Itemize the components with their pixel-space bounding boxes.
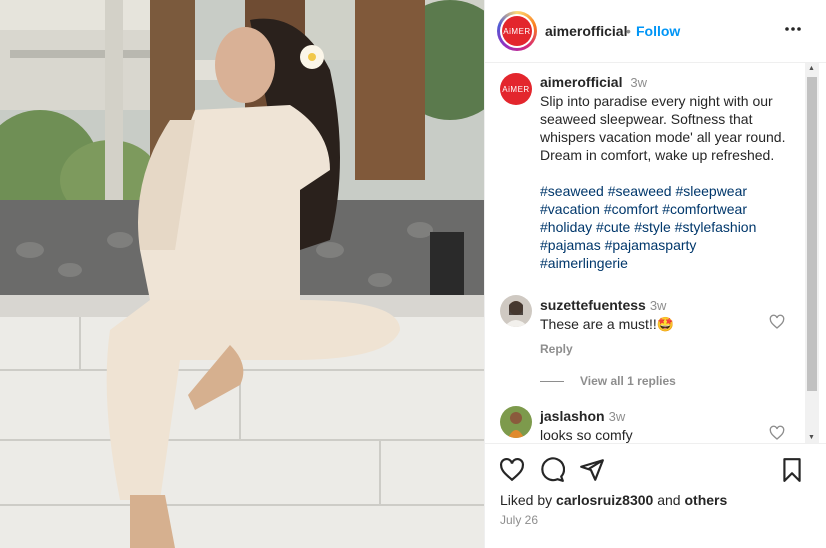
divider <box>540 381 564 383</box>
comment-row: suzettefuentess 3w These are a must!!🤩 <box>540 296 770 333</box>
hashtag-link[interactable]: #sleepwear <box>675 183 747 199</box>
commenter-avatar[interactable] <box>500 295 532 327</box>
hashtag-link[interactable]: #aimerlingerie <box>540 255 628 271</box>
comment-text: looks so comfy <box>540 427 633 443</box>
post-actions: Liked by carlosruiz8300 and others July … <box>485 443 826 548</box>
view-replies-button[interactable]: View all 1 replies <box>540 374 676 388</box>
comment-text: These are a must!! <box>540 316 657 332</box>
header-username[interactable]: aimerofficial <box>545 23 627 39</box>
likes-summary: Liked by carlosruiz8300 and others <box>500 492 727 508</box>
caption-time: 3w <box>630 75 647 90</box>
hashtag-link[interactable]: #comfortwear <box>662 201 747 217</box>
reply-button[interactable]: Reply <box>540 342 573 356</box>
caption-line: whispers vacation mode' all year round. <box>540 129 786 145</box>
profile-avatar[interactable]: AiMER <box>497 11 537 51</box>
bookmark-icon[interactable] <box>779 457 805 483</box>
brand-logo: AiMER <box>502 16 532 46</box>
post-date[interactable]: July 26 <box>500 513 538 527</box>
caption-line: Slip into paradise every night with our <box>540 93 773 109</box>
hashtag-link[interactable]: #cute <box>596 219 630 235</box>
comment-username[interactable]: jaslashon <box>540 408 605 424</box>
caption-avatar[interactable]: AiMER <box>500 73 532 105</box>
caption-line: seaweed sleepwear. Softness that <box>540 111 753 127</box>
separator-dot: • <box>626 23 631 39</box>
post-photo-illustration <box>0 0 484 548</box>
comments-section[interactable]: AiMER aimerofficial 3w Slip into paradis… <box>485 63 807 443</box>
liked-by-and: and <box>657 492 681 508</box>
hashtag-link[interactable]: #seaweed <box>608 183 672 199</box>
like-heart-icon[interactable] <box>499 457 525 483</box>
hashtag-link[interactable]: #pajamas <box>540 237 601 253</box>
liked-by-prefix: Liked by <box>500 492 553 508</box>
liked-by-others[interactable]: others <box>684 492 727 508</box>
liked-by-user[interactable]: carlosruiz8300 <box>556 492 653 508</box>
hashtag-link[interactable]: #stylefashion <box>675 219 757 235</box>
star-eyes-emoji: 🤩 <box>656 316 675 332</box>
follow-button[interactable]: Follow <box>636 23 680 39</box>
hashtag-link[interactable]: #pajamasparty <box>605 237 697 253</box>
caption-line: Dream in comfort, wake up refreshed. <box>540 147 775 163</box>
caption: aimerofficial 3w Slip into paradise ever… <box>540 73 798 272</box>
post-panel: AiMER aimerofficial • Follow AiMER aimer… <box>484 0 826 548</box>
view-replies-label: View all 1 replies <box>580 374 676 388</box>
scroll-thumb[interactable] <box>807 77 817 391</box>
comment-time: 3w <box>608 409 626 424</box>
hashtag-link[interactable]: #style <box>634 219 671 235</box>
comment-username[interactable]: suzettefuentess <box>540 297 646 313</box>
comment-time: 3w <box>649 298 667 313</box>
brand-logo: AiMER <box>500 73 532 105</box>
hashtag-link[interactable]: #seaweed <box>540 183 604 199</box>
comments-scrollbar[interactable]: ▲ ▼ <box>805 63 819 443</box>
comment-icon[interactable] <box>539 457 565 483</box>
more-icon[interactable] <box>781 17 805 41</box>
scroll-down-arrow[interactable]: ▼ <box>808 434 815 441</box>
hashtag-link[interactable]: #vacation <box>540 201 600 217</box>
heart-icon[interactable] <box>769 314 785 330</box>
share-icon[interactable] <box>579 457 605 483</box>
scroll-up-arrow[interactable]: ▲ <box>808 65 815 72</box>
commenter-avatar[interactable] <box>500 406 532 438</box>
post-image[interactable] <box>0 0 484 548</box>
comment-row: jaslashon 3w looks so comfy <box>540 407 770 443</box>
heart-icon[interactable] <box>769 425 785 441</box>
hashtag-link[interactable]: #holiday <box>540 219 592 235</box>
hashtag-link[interactable]: #comfort <box>604 201 658 217</box>
hashtag-list: #seaweed #seaweed #sleepwear #vacation #… <box>540 182 798 272</box>
caption-username[interactable]: aimerofficial <box>540 74 622 90</box>
post-header: AiMER aimerofficial • Follow <box>485 0 826 63</box>
